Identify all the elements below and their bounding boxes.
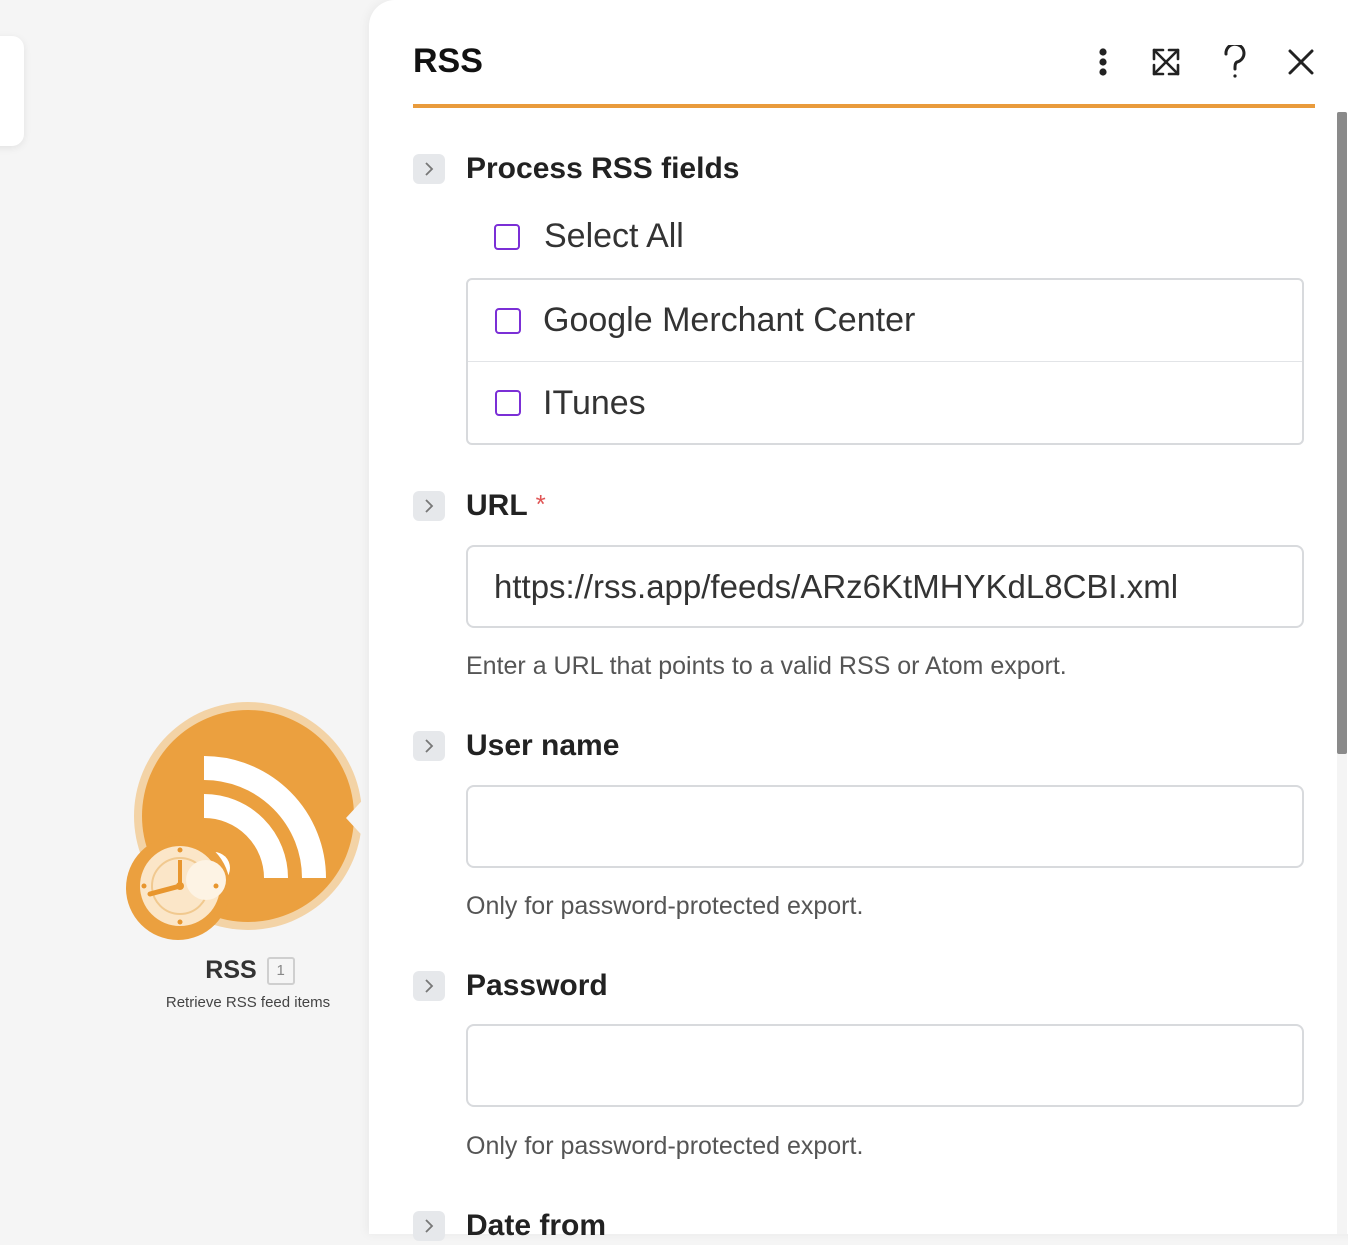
url-label: URL * bbox=[466, 489, 546, 522]
password-expand-button[interactable] bbox=[413, 971, 445, 1001]
module-label: RSS 1 bbox=[120, 956, 380, 985]
rss-module[interactable]: RSS 1 Retrieve RSS feed items bbox=[120, 700, 380, 1030]
scrollbar-thumb[interactable] bbox=[1337, 112, 1347, 754]
module-settings-panel: RSS Process RSS fields Select All Google… bbox=[369, 0, 1348, 1242]
process-fields-label: Process RSS fields bbox=[466, 152, 740, 185]
username-expand-button[interactable] bbox=[413, 731, 445, 761]
select-all-option[interactable]: Select All bbox=[494, 217, 684, 256]
username-hint: Only for password-protected export. bbox=[466, 892, 864, 920]
chevron-right-icon bbox=[425, 979, 434, 993]
password-label: Password bbox=[466, 969, 608, 1002]
select-all-checkbox[interactable] bbox=[494, 223, 520, 250]
expand-arrows-icon bbox=[1152, 48, 1180, 76]
close-icon bbox=[1288, 49, 1314, 75]
chevron-right-icon bbox=[425, 739, 434, 753]
panel-header: RSS bbox=[413, 0, 1315, 108]
password-hint: Only for password-protected export. bbox=[466, 1132, 864, 1160]
maximize-button[interactable] bbox=[1142, 38, 1190, 86]
password-input[interactable] bbox=[466, 1024, 1304, 1107]
panel-title: RSS bbox=[413, 42, 483, 80]
module-subtitle: Retrieve RSS feed items bbox=[165, 994, 331, 1011]
date-from-label: Date from bbox=[466, 1209, 607, 1242]
select-all-label: Select All bbox=[544, 217, 684, 255]
itunes-checkbox[interactable] bbox=[495, 390, 521, 416]
google-merchant-checkbox[interactable] bbox=[495, 307, 521, 334]
canvas-side-card[interactable] bbox=[0, 36, 24, 146]
help-button[interactable] bbox=[1211, 38, 1259, 86]
option-label: ITunes bbox=[543, 383, 646, 422]
kebab-menu-icon bbox=[1099, 48, 1107, 76]
option-label: Google Merchant Center bbox=[543, 301, 916, 339]
username-input[interactable] bbox=[466, 785, 1304, 868]
chevron-right-icon bbox=[425, 499, 434, 513]
module-connector-notch bbox=[346, 792, 370, 844]
question-mark-icon bbox=[1224, 45, 1246, 78]
more-options-button[interactable] bbox=[1079, 38, 1127, 86]
process-fields-expand-button[interactable] bbox=[413, 154, 445, 184]
required-marker: * bbox=[535, 489, 546, 519]
url-hint: Enter a URL that points to a valid RSS o… bbox=[466, 652, 1067, 680]
chevron-right-icon bbox=[425, 1219, 434, 1233]
clock-icon bbox=[126, 836, 230, 940]
url-input[interactable] bbox=[466, 545, 1304, 628]
url-expand-button[interactable] bbox=[413, 491, 445, 521]
option-google-merchant-center[interactable]: Google Merchant Center bbox=[468, 280, 1302, 362]
rss-fields-options: Google Merchant Center ITunes bbox=[466, 278, 1304, 445]
username-label: User name bbox=[466, 729, 620, 762]
module-title: RSS bbox=[205, 956, 257, 984]
option-itunes[interactable]: ITunes bbox=[468, 362, 1302, 443]
date-from-expand-button[interactable] bbox=[413, 1211, 445, 1241]
module-count-badge: 1 bbox=[266, 956, 295, 985]
chevron-right-icon bbox=[425, 162, 434, 176]
close-button[interactable] bbox=[1277, 38, 1325, 86]
